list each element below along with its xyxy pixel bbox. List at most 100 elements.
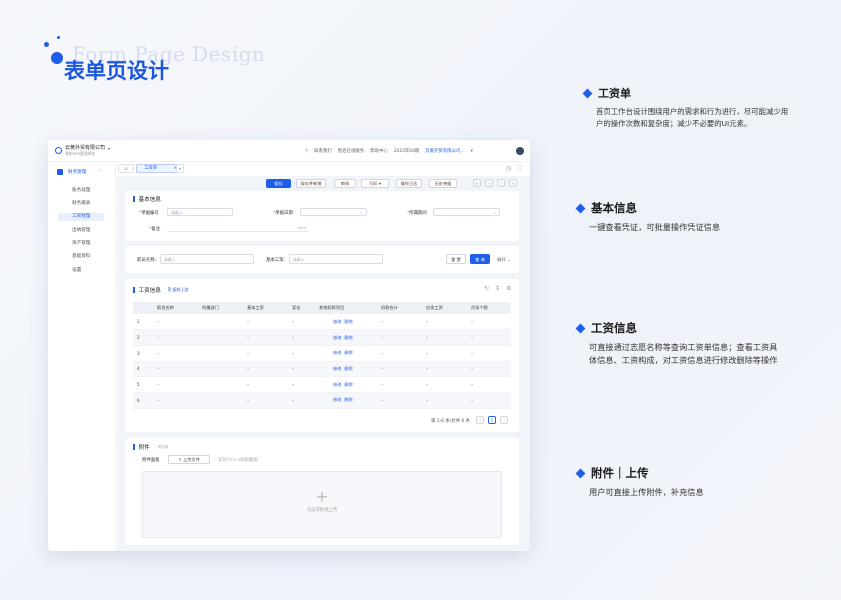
delete-link[interactable]: 删除 — [344, 350, 352, 355]
batch-upload-link[interactable]: ⎘ 复制上游 — [168, 287, 188, 293]
desc-text: 一键查看凭证，可批量操作凭证信息 — [589, 222, 721, 232]
cell: – — [422, 314, 467, 331]
last-page-icon[interactable]: » — [509, 179, 517, 187]
diamond-icon — [575, 323, 586, 333]
decor-dot — [57, 36, 60, 39]
table-row[interactable]: 4 – – – 修改 删除 – – – — [133, 361, 511, 378]
sidebar-group-finance[interactable]: 财务管理 ⌃ — [57, 169, 102, 175]
expand-toggle[interactable]: 展开 ⌄ — [497, 257, 511, 263]
name-search-input[interactable]: 请输入 — [160, 254, 254, 264]
clock-icon[interactable]: ◷ — [506, 165, 511, 172]
edit-link[interactable]: 修改 — [333, 319, 341, 324]
desc-payroll: 工资单 首页工作台设计围绕用户的需求和行为进行，尽可能减少用户的操作次数和复杂度… — [582, 85, 789, 129]
salary-search-input[interactable]: 请输入 — [289, 254, 383, 264]
fullscreen-icon[interactable]: ⛶ — [517, 165, 521, 173]
topnav-service[interactable]: 售后在线服务 — [338, 148, 364, 154]
table-row[interactable]: 5 – – – 修改 删除 – – – — [133, 376, 511, 393]
tab-more-icon[interactable]: ▾ — [176, 164, 184, 173]
diamond-icon — [582, 88, 593, 98]
edit-link[interactable]: 修改 — [333, 382, 341, 387]
topnav-period[interactable]: 2023年04期 — [394, 148, 420, 154]
cell: – — [422, 392, 467, 409]
tab-label: 工资单 — [144, 166, 158, 171]
home-icon[interactable]: ⌂ — [118, 164, 134, 173]
edit-link[interactable]: 修改 — [333, 350, 341, 355]
audit-button[interactable]: 审核 — [334, 179, 356, 188]
desc-salary-info: 工资信息 可直接通过志愿名称等查询工资单信息；查看工资具体信息、工资构成，对工资… — [575, 320, 782, 366]
chevron-down-icon: ▾ — [378, 181, 381, 186]
cell — [198, 329, 243, 346]
table-row[interactable]: 3 – – – 修改 删除 – – – — [133, 345, 511, 362]
table-row[interactable]: 6 – – – 修改 删除 – – – — [133, 392, 511, 409]
first-page-icon[interactable]: « — [473, 179, 481, 187]
col-header: 职员名称 — [153, 302, 198, 314]
print-button[interactable]: 打印 ▾ — [361, 179, 389, 188]
prev-icon[interactable]: ‹ — [485, 179, 493, 187]
chevron-down-icon[interactable]: ▾ — [471, 149, 473, 154]
log-button[interactable]: 操作日志 — [396, 179, 422, 188]
delete-link[interactable]: 删除 — [344, 397, 352, 402]
cell: 1 — [133, 314, 153, 331]
edit-link[interactable]: 修改 — [333, 366, 341, 371]
table-row[interactable]: 2 – – – 修改 删除 – – – — [133, 329, 511, 346]
app-window: 云黄外贸有限公司 我的ERP管理系统 ▾ ⚲ 联系我们 售后在线服务 帮助中心 … — [48, 140, 530, 551]
sidebar-item-assets[interactable]: 资产管理 — [58, 240, 104, 248]
period-select[interactable]: ⌄ — [433, 208, 500, 216]
settings-icon[interactable]: ⚙ — [506, 285, 511, 292]
decor-dot — [51, 52, 63, 64]
sidebar-group-label: 财务管理 — [68, 170, 87, 175]
section-title: 基本信息 — [133, 195, 161, 203]
field-label: *所属期间 — [407, 211, 427, 216]
cell: – — [153, 361, 198, 378]
sidebar-item-reports[interactable]: 财务报表 — [58, 200, 104, 208]
sidebar-item-accounting[interactable]: 账务处理 — [58, 187, 104, 195]
delete-link[interactable]: 删除 — [344, 335, 352, 340]
reset-button[interactable]: 重 置 — [446, 254, 466, 264]
delete-link[interactable]: 删除 — [344, 366, 352, 371]
pagination-summary: 第 1-6 条/总共 6 条 — [431, 419, 470, 424]
page-number[interactable]: 1 — [488, 416, 496, 424]
cell: – — [288, 376, 315, 393]
company-switcher[interactable]: 云黄外贸有限公司 我的ERP管理系统 ▾ — [55, 145, 110, 156]
search-icon[interactable]: ⚲ — [305, 149, 308, 154]
sidebar-item-settings[interactable]: 设置 — [58, 267, 104, 275]
edit-link[interactable]: 修改 — [333, 397, 341, 402]
cell: – — [377, 361, 422, 378]
save-new-button[interactable]: 保存并新增 — [296, 179, 326, 188]
doc-number-input[interactable]: 请输入... — [167, 208, 233, 216]
edit-link[interactable]: 修改 — [333, 335, 341, 340]
table-row[interactable]: 1 – – – 修改 删除 – – – — [133, 314, 511, 331]
history-button[interactable]: 历史单据 — [429, 179, 457, 188]
field-label: *单据日期 — [273, 211, 293, 216]
upload-file-button[interactable]: ⇪ 上传文件 — [168, 455, 210, 464]
cell: – — [243, 376, 288, 393]
topnav-contact[interactable]: 联系我们 — [314, 148, 332, 154]
desc-title: 基本信息 — [591, 201, 637, 215]
sidebar-item-payroll[interactable]: 工资管理 — [58, 213, 104, 221]
cell: – — [467, 392, 511, 409]
remark-input[interactable]: 0/50 — [167, 224, 309, 232]
next-page-icon[interactable]: › — [500, 416, 508, 424]
column-height-icon[interactable]: ↕ — [495, 285, 500, 292]
cell: – — [243, 392, 288, 409]
topnav-help[interactable]: 帮助中心 — [370, 148, 388, 154]
avatar[interactable] — [516, 147, 524, 155]
doc-date-select[interactable]: ⌄ — [300, 208, 367, 216]
next-icon[interactable]: › — [497, 179, 505, 187]
refresh-icon[interactable]: ↻ — [484, 285, 489, 292]
query-button[interactable]: 查 询 — [470, 254, 490, 264]
delete-link[interactable]: 删除 — [344, 319, 352, 324]
prev-page-icon[interactable]: ‹ — [476, 416, 484, 424]
upload-dropzone[interactable]: + 点击或拖拽上传 — [142, 471, 502, 538]
cell — [198, 361, 243, 378]
field-label: *单据编号 — [139, 211, 159, 216]
cell: – — [422, 361, 467, 378]
delete-link[interactable]: 删除 — [344, 382, 352, 387]
save-button[interactable]: 保存 — [266, 179, 291, 188]
plus-icon: + — [315, 487, 329, 506]
expand-label: 展开 — [497, 258, 506, 263]
sidebar-item-cashier[interactable]: 出纳管理 — [58, 227, 104, 235]
sidebar-item-basics[interactable]: 基础资料 — [58, 253, 104, 261]
cell: – — [153, 314, 198, 331]
topnav-company[interactable]: 云黄外贸有限公司... — [425, 148, 464, 154]
